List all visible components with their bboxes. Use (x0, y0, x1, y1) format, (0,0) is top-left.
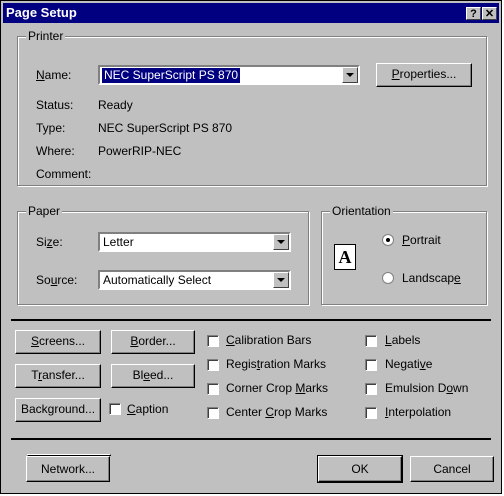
type-label: Type: (36, 121, 66, 135)
interpolation-checkbox[interactable] (365, 407, 377, 419)
portrait-page-icon: A (334, 244, 356, 270)
negative-label[interactable]: Negative (385, 356, 432, 372)
printer-name-value: NEC SuperScript PS 870 (102, 68, 241, 83)
transfer-button[interactable]: Transfer... (15, 364, 101, 388)
help-button[interactable]: ? (466, 7, 481, 20)
printer-legend: Printer (26, 29, 66, 43)
calibration-bars-checkbox[interactable] (207, 335, 219, 347)
emulsion-down-checkbox[interactable] (365, 383, 377, 395)
ok-button[interactable]: OK (317, 455, 403, 483)
center-crop-marks-label[interactable]: Center Crop Marks (226, 404, 327, 420)
divider-bottom (11, 438, 491, 440)
where-value: PowerRIP-NEC (98, 144, 182, 158)
printer-group: Printer Name: NEC SuperScript PS 870 Pro… (17, 29, 487, 186)
interpolation-label[interactable]: Interpolation (385, 404, 451, 420)
paper-legend: Paper (26, 204, 63, 218)
chevron-down-icon[interactable] (342, 67, 358, 83)
calibration-bars-label[interactable]: Calibration Bars (226, 332, 311, 348)
portrait-radio[interactable] (382, 234, 394, 246)
paper-size-label: Size: (36, 235, 63, 249)
portrait-label[interactable]: Portrait (402, 232, 441, 248)
cancel-button[interactable]: Cancel (410, 456, 494, 482)
registration-marks-checkbox[interactable] (207, 359, 219, 371)
corner-crop-marks-checkbox[interactable] (207, 383, 219, 395)
negative-checkbox[interactable] (365, 359, 377, 371)
labels-checkbox[interactable] (365, 335, 377, 347)
where-label: Where: (36, 144, 75, 158)
paper-group: Paper Size: Letter Source: Automatically… (17, 204, 309, 305)
landscape-label[interactable]: Landscape (402, 270, 461, 286)
chevron-down-icon[interactable] (273, 272, 289, 288)
title-bar: Page Setup ? ✕ (3, 3, 499, 23)
bleed-button[interactable]: Bleed... (111, 364, 195, 388)
orientation-group: Orientation A Portrait Landscape (321, 204, 487, 305)
emulsion-down-label[interactable]: Emulsion Down (385, 380, 468, 396)
corner-crop-marks-label[interactable]: Corner Crop Marks (226, 380, 328, 396)
caption-label[interactable]: Caption (127, 401, 168, 417)
orientation-legend: Orientation (330, 204, 393, 218)
printer-name-label: Name: (36, 68, 72, 82)
page-setup-dialog: Page Setup ? ✕ Printer Name: NEC SuperSc… (0, 0, 502, 494)
status-value: Ready (98, 98, 133, 112)
chevron-down-icon[interactable] (273, 234, 289, 250)
status-label: Status: (36, 98, 74, 112)
close-button[interactable]: ✕ (482, 7, 497, 20)
paper-size-select[interactable]: Letter (98, 232, 291, 252)
paper-source-value: Automatically Select (103, 273, 212, 287)
divider-top (11, 319, 491, 321)
border-button[interactable]: Border... (111, 330, 195, 354)
comment-label: Comment: (36, 167, 92, 181)
screens-button[interactable]: Screens... (15, 330, 101, 354)
paper-source-select[interactable]: Automatically Select (98, 270, 291, 290)
background-button[interactable]: Background... (15, 398, 101, 422)
paper-source-label: Source: (36, 273, 78, 287)
printer-name-select[interactable]: NEC SuperScript PS 870 (98, 65, 360, 85)
landscape-radio[interactable] (382, 272, 394, 284)
paper-size-value: Letter (103, 235, 134, 249)
properties-button[interactable]: Properties... (376, 63, 472, 87)
registration-marks-label[interactable]: Registration Marks (226, 356, 326, 372)
labels-label[interactable]: Labels (385, 332, 420, 348)
caption-checkbox[interactable] (109, 403, 121, 415)
dialog-title: Page Setup (6, 5, 77, 20)
network-button[interactable]: Network... (26, 456, 110, 482)
type-value: NEC SuperScript PS 870 (98, 121, 233, 135)
center-crop-marks-checkbox[interactable] (207, 407, 219, 419)
close-icon: ✕ (484, 8, 495, 20)
